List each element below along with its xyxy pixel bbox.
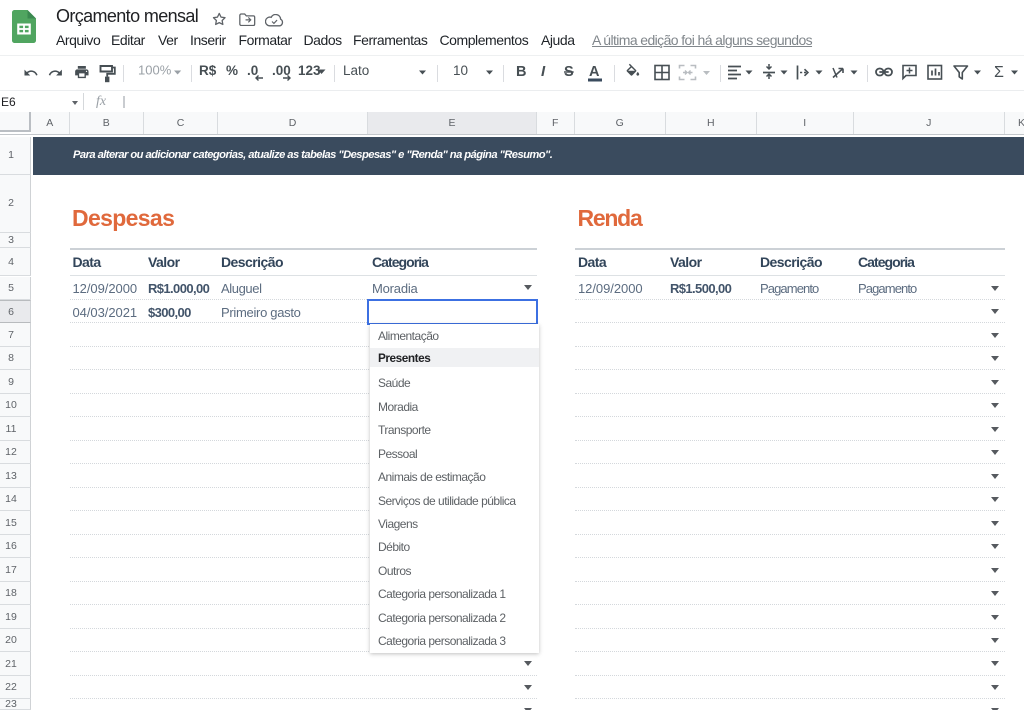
svg-text:I: I xyxy=(541,63,546,80)
svg-text:123: 123 xyxy=(298,63,321,78)
svg-text:Lato: Lato xyxy=(343,63,369,78)
svg-text:100%: 100% xyxy=(138,63,172,78)
svg-text:.0: .0 xyxy=(247,63,258,78)
svg-text:R$: R$ xyxy=(199,63,217,78)
svg-text:Σ: Σ xyxy=(994,64,1004,81)
svg-text:B: B xyxy=(516,64,526,80)
svg-text:10: 10 xyxy=(453,63,468,78)
svg-text:S: S xyxy=(564,64,574,80)
svg-text:A: A xyxy=(589,64,600,80)
svg-text:%: % xyxy=(226,63,238,78)
